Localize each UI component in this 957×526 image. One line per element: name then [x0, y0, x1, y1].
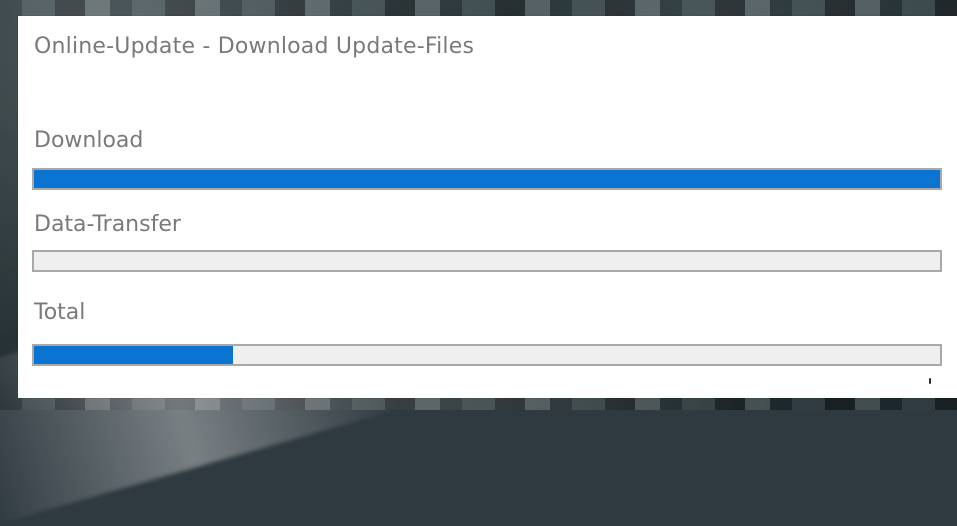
small-dot-mark — [929, 378, 931, 384]
dialog-title: Online-Update - Download Update-Files — [34, 34, 474, 59]
total-progress-bar — [32, 344, 942, 366]
download-label: Download — [34, 128, 143, 153]
data-transfer-label: Data-Transfer — [34, 212, 181, 237]
download-progress-bar — [32, 168, 942, 190]
update-dialog: Online-Update - Download Update-Files Do… — [18, 16, 957, 398]
total-progress-fill — [34, 346, 233, 364]
download-progress-fill — [34, 170, 940, 188]
data-transfer-progress-bar — [32, 250, 942, 272]
total-label: Total — [34, 300, 85, 325]
